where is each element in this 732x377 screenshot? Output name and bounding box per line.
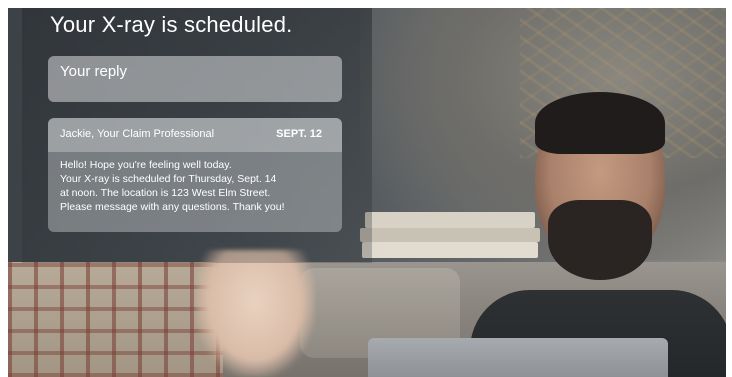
laptop [368,338,668,377]
message-line: at noon. The location is 123 West Elm St… [60,187,271,199]
book-stack [362,242,538,258]
message-line: Your X-ray is scheduled for Thursday, Se… [60,173,277,185]
message-date: SEPT. 12 [276,128,322,140]
book-stack [365,212,535,228]
frame-edge-right [726,0,732,377]
message-line: Please message with any questions. Thank… [60,201,285,213]
person-hair [535,92,665,154]
message-body: Hello! Hope you're feeling well today. Y… [48,152,342,232]
message-sender: Jackie, Your Claim Professional [60,128,215,140]
notification-title: Your X-ray is scheduled. [50,12,293,37]
frame-edge-top [0,0,732,8]
blurred-hand [195,250,315,377]
person-beard [548,200,652,280]
reply-label: Your reply [60,63,127,80]
message-line: Hello! Hope you're feeling well today. [60,159,232,171]
reply-input[interactable]: Your reply [48,56,342,102]
frame-edge-left [0,0,8,377]
book-stack [360,228,540,242]
plaid-blanket [8,262,223,377]
message-header: Jackie, Your Claim Professional SEPT. 12 [48,118,342,152]
